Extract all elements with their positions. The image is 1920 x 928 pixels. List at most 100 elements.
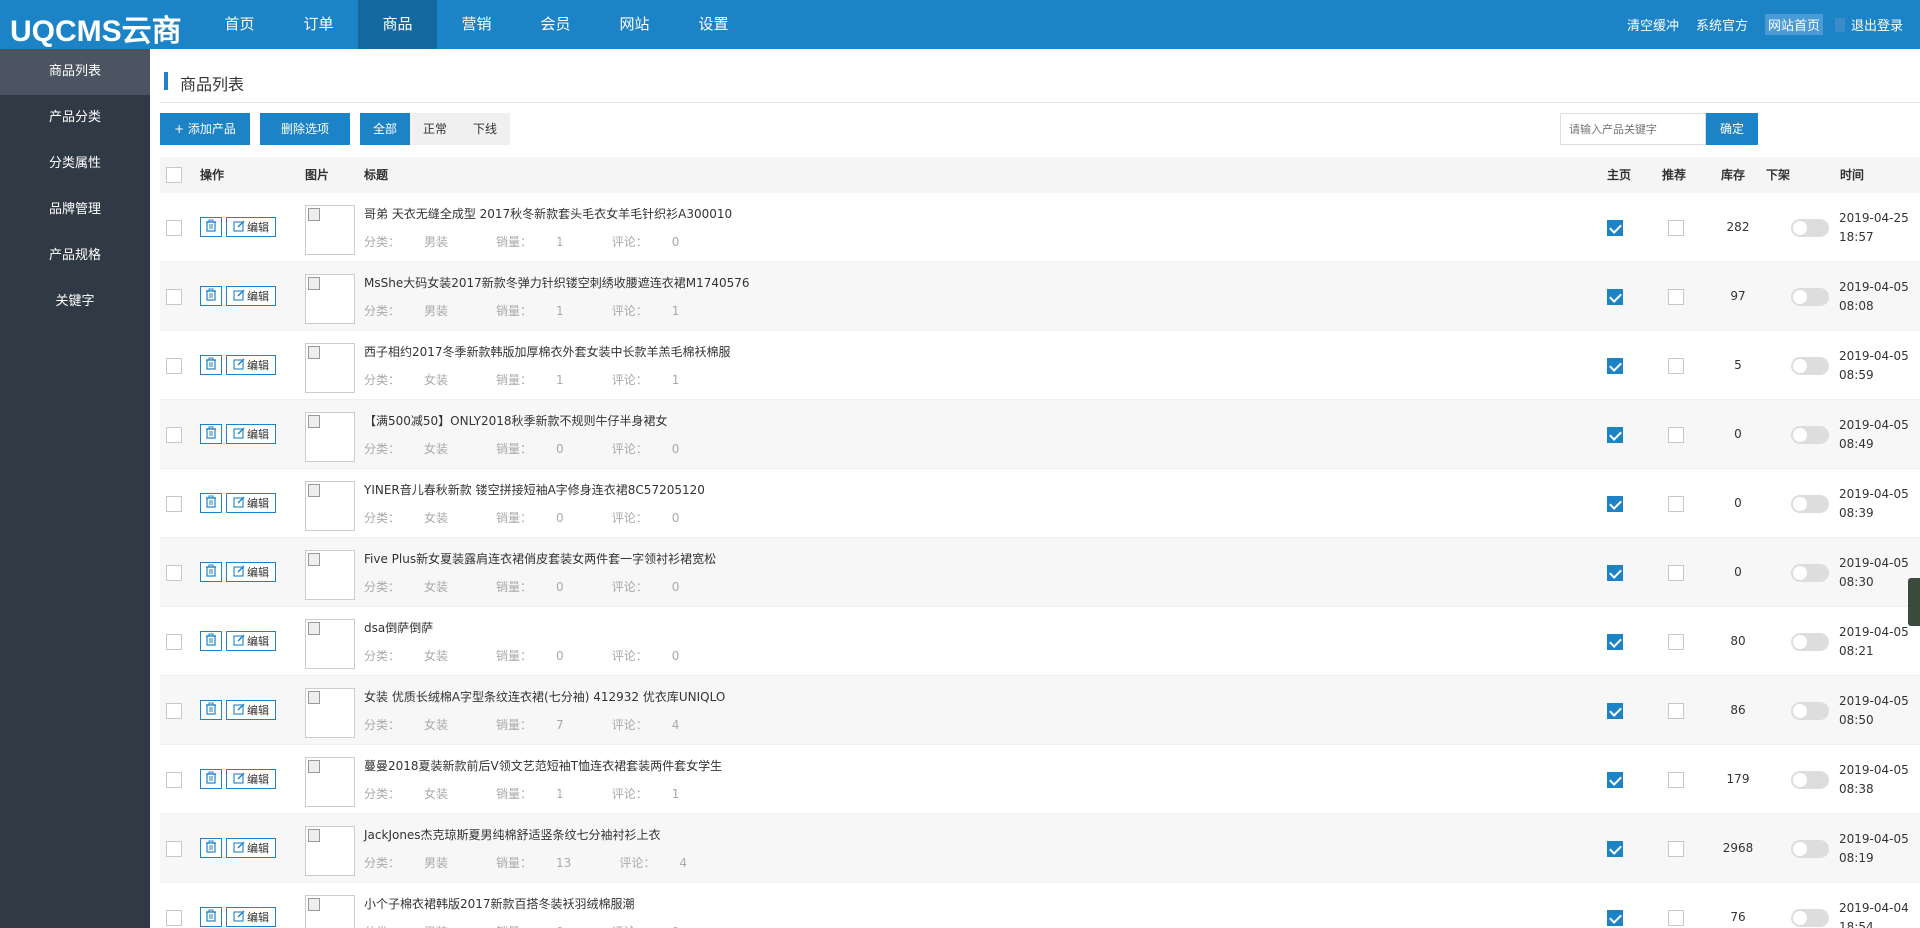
recommend-checkbox[interactable] [1668,220,1684,236]
product-thumbnail[interactable] [305,550,355,600]
product-thumbnail[interactable] [305,481,355,531]
row-select-checkbox[interactable] [166,772,182,788]
product-title[interactable]: JackJones杰克琼斯夏男纯棉舒适竖条纹七分袖衬衫上衣 [364,826,661,843]
delete-button[interactable] [200,286,222,306]
home-checkbox[interactable] [1607,910,1623,926]
offline-toggle[interactable] [1791,357,1829,375]
top-nav-item[interactable]: 订单 [279,0,358,49]
sidebar-item[interactable]: 产品分类 [0,95,150,141]
home-checkbox[interactable] [1607,565,1623,581]
row-select-checkbox[interactable] [166,910,182,926]
product-title[interactable]: 西子相约2017冬季新款韩版加厚棉衣外套女装中长款羊羔毛棉袄棉服 [364,343,731,360]
product-thumbnail[interactable] [305,412,355,462]
row-select-checkbox[interactable] [166,358,182,374]
offline-toggle[interactable] [1791,426,1829,444]
sidebar-item[interactable]: 产品规格 [0,233,150,279]
recommend-checkbox[interactable] [1668,358,1684,374]
delete-button[interactable] [200,700,222,720]
product-thumbnail[interactable] [305,619,355,669]
filter-tab[interactable]: 正常 [410,113,460,145]
row-select-checkbox[interactable] [166,427,182,443]
home-checkbox[interactable] [1607,358,1623,374]
floating-widget[interactable] [1908,578,1920,626]
recommend-checkbox[interactable] [1668,565,1684,581]
delete-button[interactable] [200,562,222,582]
filter-tab[interactable]: 下线 [460,113,510,145]
home-checkbox[interactable] [1607,703,1623,719]
row-select-checkbox[interactable] [166,634,182,650]
offline-toggle[interactable] [1791,702,1829,720]
sidebar-item[interactable]: 分类属性 [0,141,150,187]
home-checkbox[interactable] [1607,841,1623,857]
home-checkbox[interactable] [1607,220,1623,236]
delete-button[interactable] [200,631,222,651]
row-select-checkbox[interactable] [166,496,182,512]
offline-toggle[interactable] [1791,219,1829,237]
product-title[interactable]: 哥弟 天衣无缝全成型 2017秋冬新款套头毛衣女羊毛针织衫A300010 [364,205,732,222]
edit-button[interactable]: 编辑 [226,769,276,789]
offline-toggle[interactable] [1791,771,1829,789]
product-title[interactable]: 小个子棉衣裙韩版2017新款百搭冬装袄羽绒棉服潮 [364,895,635,912]
recommend-checkbox[interactable] [1668,496,1684,512]
top-nav-item[interactable]: 会员 [516,0,595,49]
recommend-checkbox[interactable] [1668,289,1684,305]
search-input[interactable] [1560,113,1706,145]
product-title[interactable]: MsShe大码女装2017新款冬弹力针织镂空刺绣收腰遮连衣裙M1740576 [364,274,750,291]
logout-link[interactable]: 退出登录 [1851,15,1903,34]
top-nav-item[interactable]: 商品 [358,0,437,49]
offline-toggle[interactable] [1791,288,1829,306]
filter-tab[interactable]: 全部 [360,113,411,145]
recommend-checkbox[interactable] [1668,634,1684,650]
add-product-button[interactable]: + 添加产品 [160,113,250,145]
delete-selected-button[interactable]: 删除选项 [260,113,350,145]
product-title[interactable]: dsa倒萨倒萨 [364,619,433,636]
top-nav-item[interactable]: 首页 [200,0,279,49]
edit-button[interactable]: 编辑 [226,700,276,720]
edit-button[interactable]: 编辑 [226,355,276,375]
product-title[interactable]: YINER音儿春秋新款 镂空拼接短袖A字修身连衣裙8C57205120 [364,481,705,498]
recommend-checkbox[interactable] [1668,703,1684,719]
recommend-checkbox[interactable] [1668,772,1684,788]
clear-cache-link[interactable]: 清空缓冲 [1627,15,1679,34]
recommend-checkbox[interactable] [1668,841,1684,857]
product-thumbnail[interactable] [305,274,355,324]
row-select-checkbox[interactable] [166,220,182,236]
home-checkbox[interactable] [1607,496,1623,512]
row-select-checkbox[interactable] [166,703,182,719]
site-home-link[interactable]: 网站首页 [1764,14,1823,35]
recommend-checkbox[interactable] [1668,427,1684,443]
delete-button[interactable] [200,493,222,513]
product-thumbnail[interactable] [305,205,355,255]
search-button[interactable]: 确定 [1706,113,1758,145]
delete-button[interactable] [200,217,222,237]
app-logo[interactable]: UQCMS云商 [10,6,182,50]
offline-toggle[interactable] [1791,840,1829,858]
offline-toggle[interactable] [1791,633,1829,651]
sidebar-item[interactable]: 品牌管理 [0,187,150,233]
edit-button[interactable]: 编辑 [226,562,276,582]
official-site-link[interactable]: 系统官方 [1696,15,1748,34]
edit-button[interactable]: 编辑 [226,493,276,513]
delete-button[interactable] [200,355,222,375]
edit-button[interactable]: 编辑 [226,838,276,858]
home-checkbox[interactable] [1607,772,1623,788]
product-thumbnail[interactable] [305,895,355,928]
product-title[interactable]: 【满500减50】ONLY2018秋季新款不规则牛仔半身裙女 [364,412,668,429]
offline-toggle[interactable] [1791,495,1829,513]
top-nav-item[interactable]: 设置 [674,0,753,49]
top-nav-item[interactable]: 网站 [595,0,674,49]
edit-button[interactable]: 编辑 [226,217,276,237]
product-thumbnail[interactable] [305,688,355,738]
home-checkbox[interactable] [1607,427,1623,443]
select-all-checkbox[interactable] [166,167,182,183]
product-thumbnail[interactable] [305,757,355,807]
offline-toggle[interactable] [1791,564,1829,582]
sidebar-item[interactable]: 关键字 [0,279,150,325]
home-checkbox[interactable] [1607,634,1623,650]
edit-button[interactable]: 编辑 [226,286,276,306]
row-select-checkbox[interactable] [166,565,182,581]
home-checkbox[interactable] [1607,289,1623,305]
product-title[interactable]: Five Plus新女夏装露肩连衣裙俏皮套装女两件套一字领衬衫裙宽松 [364,550,716,567]
delete-button[interactable] [200,838,222,858]
delete-button[interactable] [200,424,222,444]
